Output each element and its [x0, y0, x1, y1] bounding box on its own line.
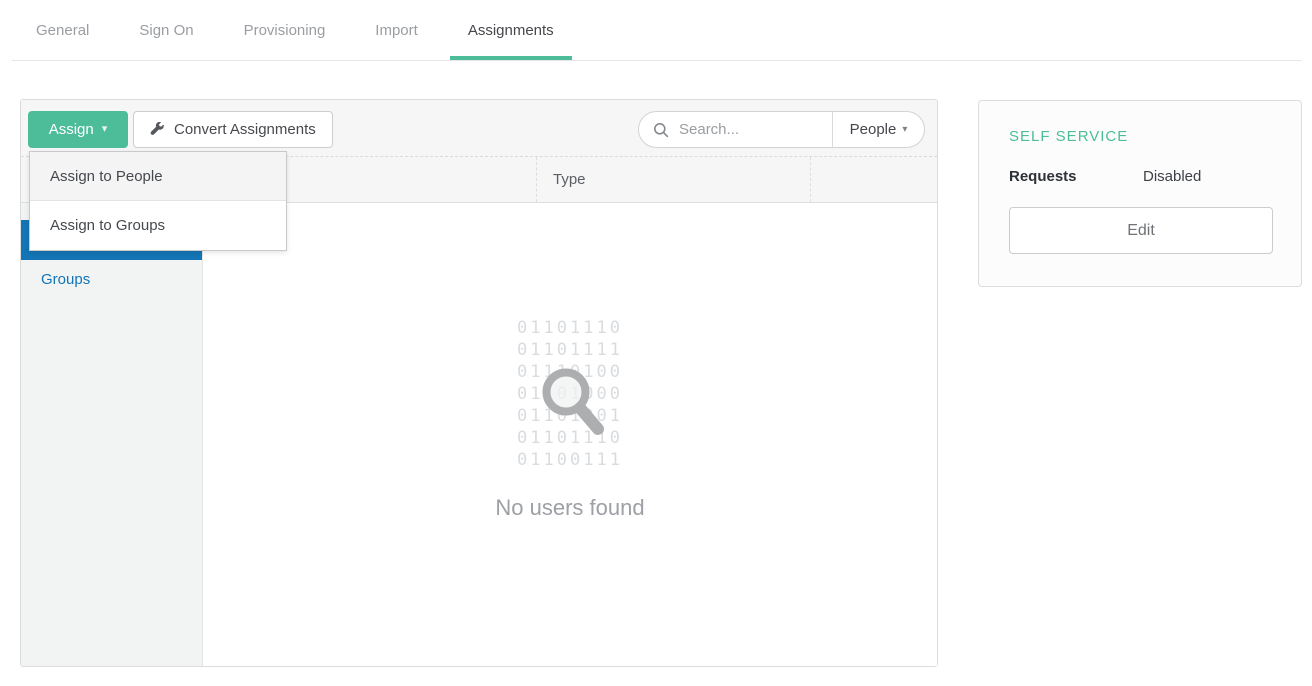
filter-sidebar: People Groups [21, 203, 203, 666]
convert-assignments-button[interactable]: Convert Assignments [133, 111, 333, 148]
assignments-toolbar: Assign ▾ Convert Assignments [21, 100, 937, 157]
column-header-type[interactable]: Type [553, 157, 586, 202]
search-field-wrap [639, 112, 832, 147]
assignments-content: 01101110 01101111 01110100 01101000 0110… [203, 203, 937, 666]
convert-assignments-label: Convert Assignments [174, 121, 316, 138]
requests-label: Requests [1009, 168, 1143, 185]
tab-divider-line [12, 60, 1302, 61]
assign-button-label: Assign [49, 121, 94, 138]
magnifier-icon [526, 352, 618, 444]
requests-row: Requests Disabled [1009, 168, 1271, 185]
assignments-body: People Groups 01101110 01101111 01110100… [21, 203, 937, 666]
search-icon [653, 122, 669, 138]
search-scope-dropdown[interactable]: People ▾ [832, 112, 924, 147]
binary-line: 01100111 [203, 449, 937, 471]
self-service-title: SELF SERVICE [1009, 128, 1271, 145]
tab-sign-on[interactable]: Sign On [121, 0, 211, 61]
binary-line: 01101110 [203, 317, 937, 339]
tab-general[interactable]: General [18, 0, 107, 61]
column-divider [536, 157, 537, 202]
tab-provisioning[interactable]: Provisioning [226, 0, 344, 61]
tab-import[interactable]: Import [357, 0, 436, 61]
chevron-down-icon: ▾ [102, 124, 108, 135]
wrench-icon [150, 122, 165, 137]
app-tab-bar: General Sign On Provisioning Import Assi… [0, 0, 1312, 61]
assign-button[interactable]: Assign ▾ [28, 111, 128, 148]
search-input[interactable] [677, 120, 817, 139]
assign-dropdown-menu: Assign to People Assign to Groups [29, 151, 287, 251]
tab-assignments[interactable]: Assignments [450, 0, 572, 61]
requests-status-value: Disabled [1143, 168, 1201, 185]
empty-state-message: No users found [203, 495, 937, 521]
search-scope-value: People [850, 121, 897, 138]
self-service-panel: SELF SERVICE Requests Disabled Edit [978, 100, 1302, 287]
menu-item-assign-to-people[interactable]: Assign to People [30, 152, 286, 201]
tab-row: General Sign On Provisioning Import Assi… [18, 0, 586, 61]
self-service-edit-button[interactable]: Edit [1009, 207, 1273, 254]
sidebar-item-groups[interactable]: Groups [21, 260, 202, 300]
chevron-down-icon: ▾ [902, 125, 907, 135]
column-divider [810, 157, 811, 202]
search-bar: People ▾ [638, 111, 925, 148]
menu-item-assign-to-groups[interactable]: Assign to Groups [30, 201, 286, 250]
app-assignments-page: General Sign On Provisioning Import Assi… [0, 0, 1312, 686]
